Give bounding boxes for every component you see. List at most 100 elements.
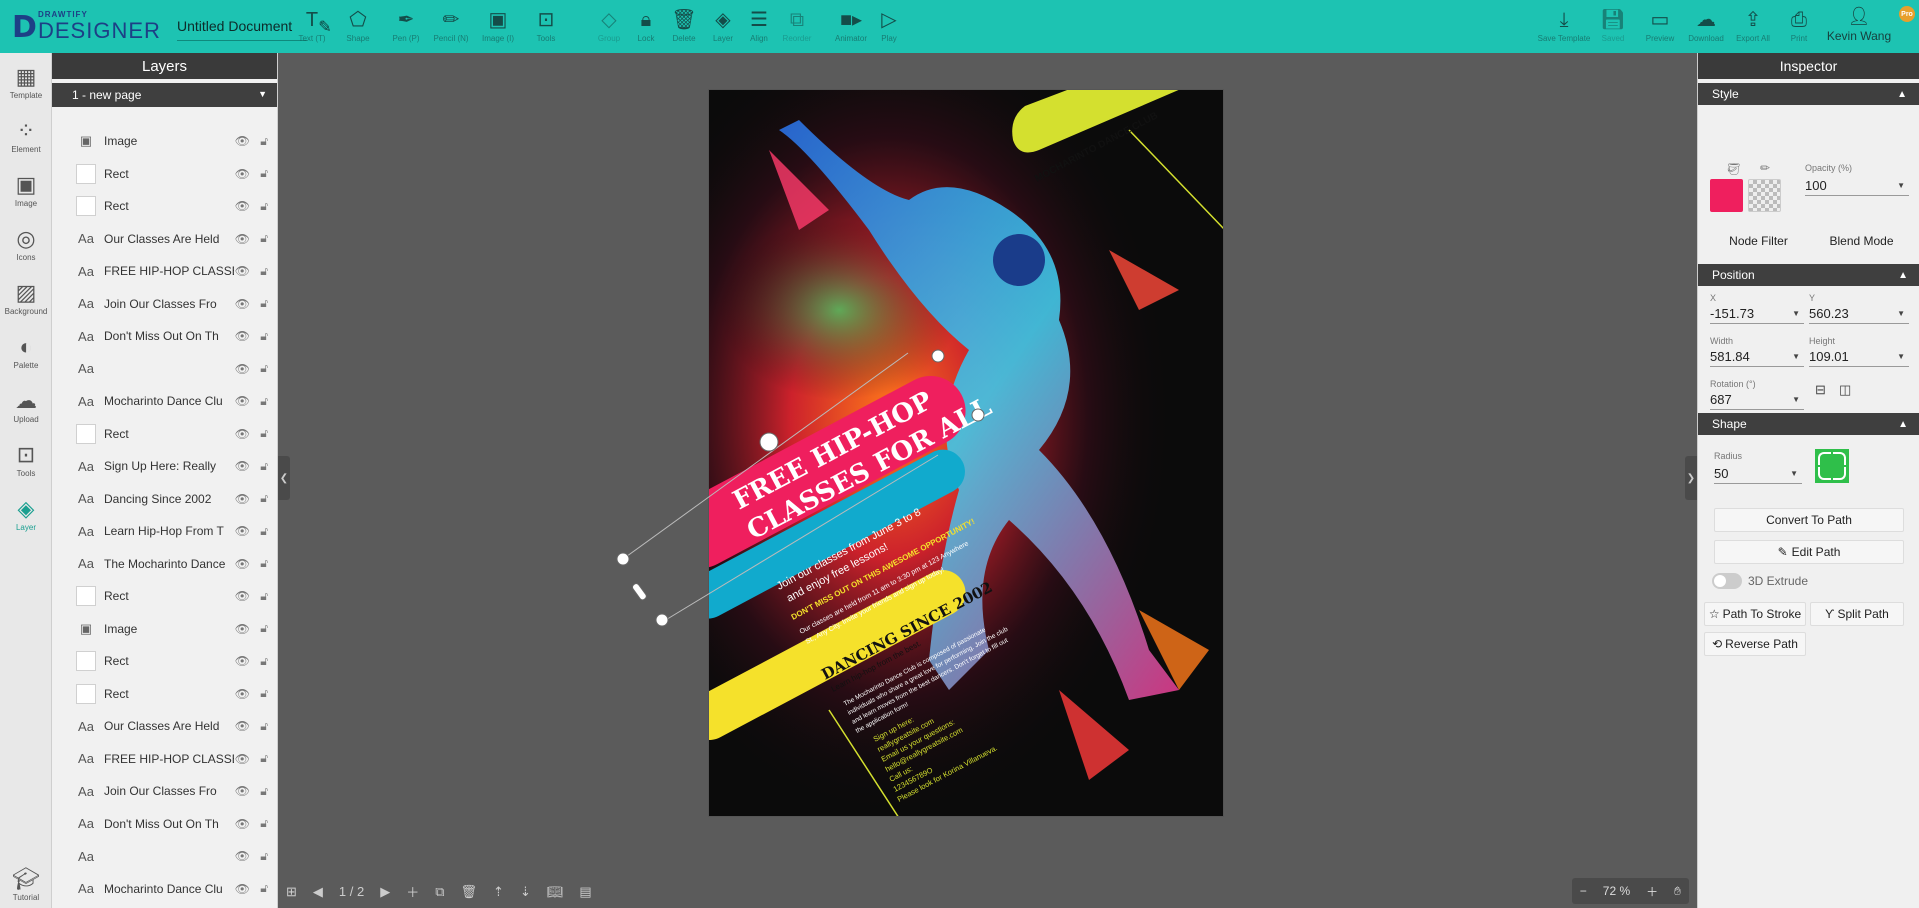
page-select[interactable]: 1 - new page ▼ (52, 83, 277, 107)
eye-icon[interactable]: 👁︎ (235, 687, 250, 701)
width-input[interactable]: 581.84 ▼ (1710, 347, 1804, 367)
unlock-icon[interactable]: 🔓︎ (260, 329, 268, 344)
unlock-icon[interactable]: 🔓︎ (260, 394, 268, 409)
rail-layer[interactable]: ◈ Layer (0, 495, 52, 545)
delete-page-icon[interactable]: 🗑︎ (461, 884, 478, 900)
3d-extrude-toggle[interactable] (1712, 573, 1742, 589)
layer-row[interactable]: Aa 👁︎ 🔓︎ (52, 353, 278, 385)
eye-icon[interactable]: 👁︎ (235, 784, 250, 798)
eye-icon[interactable]: 👁︎ (235, 524, 250, 538)
tools-tool[interactable]: ⊡ Tools (523, 8, 569, 52)
unlock-icon[interactable]: 🔓︎ (260, 361, 268, 376)
unlock-icon[interactable]: 🔓︎ (260, 654, 268, 669)
opacity-input[interactable]: 100 ▼ (1805, 176, 1909, 196)
convert-to-path-button[interactable]: Convert To Path (1714, 508, 1904, 532)
app-logo[interactable]: D DRAWTIFY DESIGNER (12, 0, 167, 53)
eye-icon[interactable]: 👁︎ (235, 134, 250, 148)
node-filter-button[interactable]: Node Filter (1710, 229, 1807, 253)
flip-horizontal-icon[interactable]: ◫ (1839, 382, 1851, 398)
layer-row[interactable]: Aa Join Our Classes Fro 👁︎ 🔓︎ (52, 288, 278, 320)
unlock-icon[interactable]: 🔓︎ (260, 134, 268, 149)
unlock-icon[interactable]: 🔓︎ (260, 199, 268, 214)
image-tool[interactable]: ▣ Image (I) (475, 8, 521, 52)
rail-palette[interactable]: ◐ Palette (0, 333, 52, 383)
unlock-icon[interactable]: 🔓︎ (260, 556, 268, 571)
pencil-tool[interactable]: ✏ Pencil (N) (428, 8, 474, 52)
eye-icon[interactable]: 👁︎ (235, 719, 250, 733)
resize-handle[interactable] (971, 408, 985, 422)
edit-path-button[interactable]: ✎ Edit Path (1714, 540, 1904, 564)
unlock-icon[interactable]: 🔓︎ (260, 719, 268, 734)
hand-tool-icon[interactable]: ✋︎ (1666, 884, 1689, 899)
unlock-icon[interactable]: 🔓︎ (260, 231, 268, 246)
eye-icon[interactable]: 👁︎ (235, 329, 250, 343)
y-input[interactable]: 560.23 ▼ (1809, 304, 1909, 324)
radius-input[interactable]: 50 ▼ (1714, 464, 1802, 484)
unlock-icon[interactable]: 🔓︎ (260, 296, 268, 311)
unlock-icon[interactable]: 🔓︎ (260, 589, 268, 604)
blend-mode-button[interactable]: Blend Mode (1813, 229, 1910, 253)
eye-icon[interactable]: 👁︎ (235, 654, 250, 668)
layer-row[interactable]: Rect 👁︎ 🔓︎ (52, 580, 278, 612)
unlock-icon[interactable]: 🔓︎ (260, 849, 268, 864)
reorder-tool[interactable]: ⧉ Reorder (774, 8, 820, 52)
height-input[interactable]: 109.01 ▼ (1809, 347, 1909, 367)
move-page-down-icon[interactable]: ⇣ (520, 884, 531, 900)
text-tool[interactable]: T Text (T) (289, 8, 335, 52)
rail-icons[interactable]: ◎ Icons (0, 225, 52, 275)
eye-icon[interactable]: 👁︎ (235, 394, 250, 408)
unlock-icon[interactable]: 🔓︎ (260, 491, 268, 506)
document-name-input[interactable]: Untitled Document (177, 13, 307, 41)
reverse-path-button[interactable]: ⟲ Reverse Path (1704, 632, 1806, 656)
eye-icon[interactable]: 👁︎ (235, 264, 250, 278)
resize-handle[interactable] (931, 349, 945, 363)
split-path-button[interactable]: Ƴ Split Path (1810, 602, 1904, 626)
play-tool[interactable]: ▷ Play (866, 8, 912, 52)
rail-element[interactable]: ⁘ Element (0, 117, 52, 167)
layer-row[interactable]: Rect 👁︎ 🔓︎ (52, 190, 278, 222)
layer-row[interactable]: Aa Mocharinto Dance Clu 👁︎ 🔓︎ (52, 385, 278, 417)
layer-row[interactable]: Aa Our Classes Are Held 👁︎ 🔓︎ (52, 223, 278, 255)
x-input[interactable]: -151.73 ▼ (1710, 304, 1804, 324)
resize-handle[interactable] (655, 613, 669, 627)
collapse-right-panel[interactable]: ❯ (1685, 456, 1697, 500)
rail-tutorial[interactable]: 🎓︎ Tutorial (0, 865, 52, 908)
unlock-icon[interactable]: 🔓︎ (260, 784, 268, 799)
layer-row[interactable]: Rect 👁︎ 🔓︎ (52, 678, 278, 710)
unlock-icon[interactable]: 🔓︎ (260, 881, 268, 896)
layer-row[interactable]: ▣ Image 👁︎ 🔓︎ (52, 613, 278, 645)
saved-tool[interactable]: 💾︎ Saved (1590, 8, 1636, 52)
collapse-left-panel[interactable]: ❮ (278, 456, 290, 500)
layer-row[interactable]: Aa FREE HIP-HOP CLASSES 👁︎ 🔓︎ (52, 743, 278, 775)
unlock-icon[interactable]: 🔓︎ (260, 426, 268, 441)
unlock-icon[interactable]: 🔓︎ (260, 264, 268, 279)
flip-vertical-icon[interactable]: ⊟ (1815, 382, 1826, 398)
style-section-header[interactable]: Style ▲ (1698, 83, 1919, 105)
download-tool[interactable]: ☁ Download (1683, 8, 1729, 52)
prev-page-icon[interactable]: ◀ (313, 884, 323, 900)
eye-icon[interactable]: 👁︎ (235, 362, 250, 376)
side-handle[interactable] (631, 582, 647, 601)
rotation-input[interactable]: 687 ▼ (1710, 390, 1804, 410)
rail-image[interactable]: ▣ Image (0, 171, 52, 221)
resize-handle[interactable] (616, 552, 630, 566)
eye-icon[interactable]: 👁︎ (235, 622, 250, 636)
layer-row[interactable]: Aa Don't Miss Out On Th 👁︎ 🔓︎ (52, 320, 278, 352)
eye-icon[interactable]: 👁︎ (235, 752, 250, 766)
next-page-icon[interactable]: ▶ (380, 884, 390, 900)
layer-row[interactable]: Aa Sign Up Here: Really 👁︎ 🔓︎ (52, 450, 278, 482)
zoom-out-icon[interactable]: − (1572, 884, 1595, 898)
zoom-value[interactable]: 72 % (1595, 884, 1638, 898)
layer-row[interactable]: Aa FREE HIP-HOP CLASSES 👁︎ 🔓︎ (52, 255, 278, 287)
layer-row[interactable]: Aa Join Our Classes Fro 👁︎ 🔓︎ (52, 775, 278, 807)
rail-background[interactable]: ▨ Background (0, 279, 52, 329)
layer-row[interactable]: Aa Mocharinto Dance Clu 👁︎ 🔓︎ (52, 873, 278, 905)
export-all-tool[interactable]: ⇪ Export All (1730, 8, 1776, 52)
add-page-icon[interactable]: ＋ (406, 882, 419, 901)
unlock-icon[interactable]: 🔓︎ (260, 686, 268, 701)
save-template-tool[interactable]: ⤓ Save Template (1538, 8, 1591, 52)
rotate-handle[interactable] (759, 432, 779, 452)
rail-upload[interactable]: ☁ Upload (0, 387, 52, 437)
rail-template[interactable]: ▦ Template (0, 63, 52, 113)
layer-row[interactable]: Rect 👁︎ 🔓︎ (52, 158, 278, 190)
